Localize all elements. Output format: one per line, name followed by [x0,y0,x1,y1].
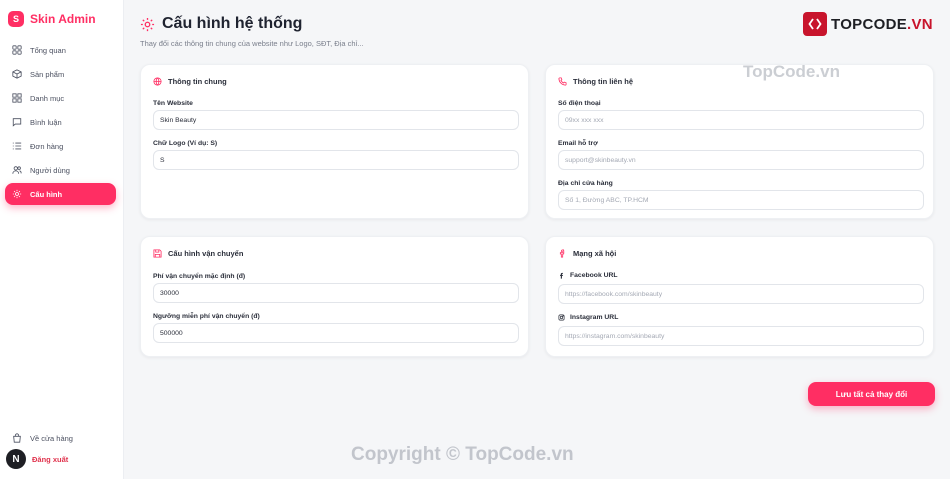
sidebar-item-label: Danh mục [30,93,65,103]
watermark-logo-text-a: TOPCODE [831,15,908,33]
globe-icon [153,77,162,86]
sidebar-item-label: Người dùng [30,165,70,175]
phone-label: Số điện thoại [558,100,601,107]
sidebar-item-label: Đơn hàng [30,141,64,151]
shopping-bag-icon [13,433,21,443]
list-icon [12,142,22,150]
brand-name: Skin Admin [30,12,96,26]
logo-letter-label: Chữ Logo (Ví dụ: S) [153,140,218,147]
instagram-icon [558,314,565,321]
card-title: Mạng xã hội [573,249,617,258]
phone-icon [558,77,567,86]
facebook-icon [560,272,563,279]
phone-input[interactable] [558,110,924,130]
gear-icon [140,17,155,31]
sidebar-item-label: Cấu hình [30,189,63,199]
brand-logo: S [8,11,24,27]
code-brackets-icon [803,12,827,36]
box-icon [12,69,22,79]
watermark-copyright: Copyright © TopCode.vn [351,444,574,465]
general-info-card: Thông tin chung Tên Website Chữ Logo (Ví… [140,64,529,219]
instagram-label-text: Instagram URL [570,314,619,321]
social-media-card: Mạng xã hội Facebook URL Instagram URL [545,236,934,357]
free-threshold-label: Ngưỡng miễn phí vận chuyển (đ) [153,313,260,320]
logout-button[interactable]: N Đăng xuất [5,448,116,470]
logo-letter-input[interactable] [153,150,519,170]
sidebar-item-overview[interactable]: Tổng quan [5,39,116,61]
shipping-config-card: Cấu hình vận chuyển Phí vận chuyển mặc đ… [140,236,529,357]
contact-info-card: Thông tin liên hệ Số điện thoại Email hỗ… [545,64,934,219]
instagram-label: Instagram URL [558,314,618,321]
sidebar-item-users[interactable]: Người dùng [5,159,116,181]
default-fee-label: Phí vận chuyển mặc định (đ) [153,273,246,280]
sidebar-item-categories[interactable]: Danh mục [5,87,116,109]
site-name-label: Tên Website [153,100,193,107]
page-subtitle: Thay đổi các thông tin chung của website… [140,39,364,48]
sidebar-item-label: Sản phẩm [30,69,65,79]
facebook-url-input[interactable] [558,284,924,304]
free-threshold-input[interactable] [153,323,519,343]
sidebar-item-label: Tổng quan [30,45,66,55]
sidebar-item-orders[interactable]: Đơn hàng [5,135,116,157]
card-title: Thông tin liên hệ [573,77,633,86]
facebook-label: Facebook URL [558,272,618,279]
sidebar-footer: Về cửa hàng N Đăng xuất [5,428,116,470]
watermark-logo-text: TOPCODE.VN [831,16,933,33]
social-icon [559,249,565,258]
sidebar-item-settings[interactable]: Cấu hình [5,183,116,205]
sidebar-item-products[interactable]: Sản phẩm [5,63,116,85]
watermark-logo-text-b: .VN [907,15,933,33]
sidebar-nav: Tổng quan Sản phẩm Danh mục Bình luận Đơ… [5,39,116,207]
back-to-store-label: Về cửa hàng [30,433,73,443]
address-label: Địa chỉ cửa hàng [558,180,613,187]
comment-icon [12,118,22,127]
users-icon [12,166,22,174]
watermark-text-top: TopCode.vn [743,62,840,81]
sidebar: S Skin Admin Tổng quan Sản phẩm Danh mục… [0,0,124,479]
gear-icon [12,189,22,199]
card-title: Thông tin chung [168,77,227,86]
email-input[interactable] [558,150,924,170]
brand[interactable]: S Skin Admin [8,11,96,27]
back-to-store-link[interactable]: Về cửa hàng [5,428,116,448]
instagram-url-input[interactable] [558,326,924,346]
dashboard-icon [12,45,22,55]
watermark-logo: TOPCODE.VN [803,12,933,36]
sidebar-item-label: Bình luận [30,117,62,127]
site-name-input[interactable] [153,110,519,130]
facebook-label-text: Facebook URL [570,272,618,279]
page-header: Cấu hình hệ thống Thay đổi các thông tin… [140,15,363,48]
save-all-button[interactable]: Lưu tất cả thay đổi [808,382,935,406]
avatar[interactable]: N [6,449,26,469]
address-input[interactable] [558,190,924,210]
grid-icon [12,93,22,103]
sidebar-item-comments[interactable]: Bình luận [5,111,116,133]
card-title: Cấu hình vận chuyển [168,249,244,258]
email-label: Email hỗ trợ [558,140,598,147]
logout-label: Đăng xuất [32,454,69,464]
save-icon [153,249,162,258]
page-title: Cấu hình hệ thống [162,15,303,32]
default-fee-input[interactable] [153,283,519,303]
